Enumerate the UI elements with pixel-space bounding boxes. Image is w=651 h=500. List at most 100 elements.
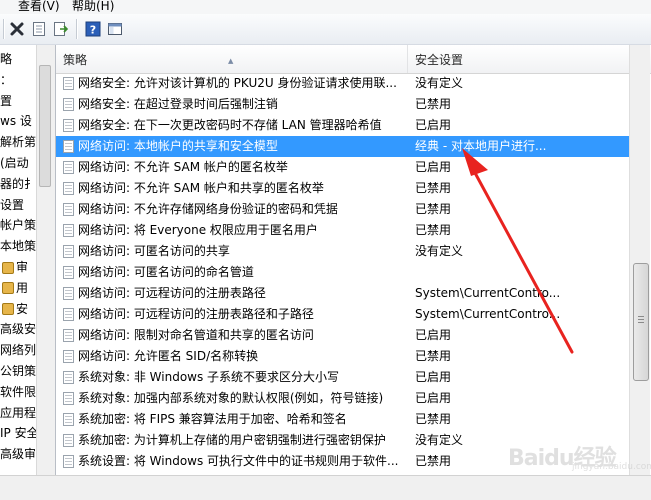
tree-item[interactable]: (启动: [0, 153, 29, 173]
security-setting-value: 已启用: [415, 160, 452, 174]
policy-name: 网络安全: 在下一次更改密码时不存储 LAN 管理器哈希值: [78, 118, 382, 132]
show-hide-pane-icon[interactable]: [106, 20, 124, 38]
table-row[interactable]: 系统对象: 非 Windows 子系统不要求区分大小写 已启用: [56, 367, 636, 388]
table-row[interactable]: 网络访问: 将 Everyone 权限应用于匿名用户 已禁用: [56, 220, 636, 241]
tree-item[interactable]: 高级审: [0, 444, 36, 464]
tree-item[interactable]: 应用程: [0, 403, 36, 423]
table-row[interactable]: 网络访问: 可远程访问的注册表路径 System\CurrentContro...: [56, 283, 636, 304]
right-scrollbar[interactable]: [629, 45, 650, 475]
tree-item-label: 应用程: [0, 405, 37, 420]
left-scrollbar-thumb[interactable]: [39, 65, 51, 187]
policy-name: 网络访问: 限制对命名管道和共享的匿名访问: [78, 328, 314, 342]
security-setting-value: 已禁用: [415, 97, 452, 111]
tree-item[interactable]: 帐户策: [0, 215, 36, 235]
tree-item-label: 用: [16, 280, 29, 295]
policy-setting-icon: [63, 413, 74, 426]
policy-name: 系统对象: 加强内部系统对象的默认权限(例如，符号链接): [78, 391, 384, 405]
table-row[interactable]: 网络安全: 在超过登录时间后强制注销 已禁用: [56, 94, 636, 115]
policy-name: 网络访问: 不允许 SAM 帐户和共享的匿名枚举: [78, 181, 324, 195]
table-row[interactable]: 网络访问: 可远程访问的注册表路径和子路径 System\CurrentContr…: [56, 304, 636, 325]
policy-setting-icon: [63, 308, 74, 321]
table-row[interactable]: 网络访问: 限制对命名管道和共享的匿名访问 已启用: [56, 325, 636, 346]
toolbar-separator: [76, 19, 78, 39]
security-setting-value: 已禁用: [415, 223, 452, 237]
policy-list-pane: ▲ 策略 安全设置 网络安全: 允许对该计算机的 PKU2U 身份验证请求使用联…: [55, 45, 651, 475]
tree-item[interactable]: 安: [2, 299, 28, 319]
table-row[interactable]: 网络访问: 可匿名访问的命名管道: [56, 262, 636, 283]
table-row[interactable]: 网络访问: 不允许 SAM 帐户的匿名枚举 已启用: [56, 157, 636, 178]
column-header-setting-label: 安全设置: [415, 53, 464, 67]
column-header-setting[interactable]: 安全设置: [408, 45, 643, 73]
svg-text:?: ?: [90, 24, 96, 37]
tree-item[interactable]: 略: [0, 49, 12, 69]
tree-item[interactable]: 设置: [0, 195, 24, 215]
tree-item[interactable]: ：: [0, 70, 12, 90]
tree-item-label: ：: [0, 72, 13, 87]
table-row[interactable]: 系统对象: 加强内部系统对象的默认权限(例如，符号链接) 已启用: [56, 388, 636, 409]
security-setting-value: 已启用: [415, 391, 452, 405]
tree-item-label: 网络列: [0, 343, 37, 358]
tree-item[interactable]: 公钥策: [0, 361, 36, 381]
tree-item[interactable]: 本地策: [0, 236, 36, 256]
tree-item-label: 公钥策: [0, 364, 37, 378]
toolbar-separator: [3, 19, 5, 39]
policy-name: 网络访问: 可匿名访问的命名管道: [78, 265, 254, 279]
policy-name: 网络访问: 将 Everyone 权限应用于匿名用户: [78, 223, 318, 237]
tree-item-label: 解析第: [0, 135, 37, 150]
menu-help[interactable]: 帮助(H): [72, 0, 114, 14]
policy-name: 网络访问: 本地帐户的共享和安全模型: [78, 139, 278, 153]
policy-setting-icon: [63, 350, 74, 363]
menu-view[interactable]: 查看(V): [18, 0, 60, 14]
table-row[interactable]: 网络访问: 不允许 SAM 帐户和共享的匿名枚举 已禁用: [56, 178, 636, 199]
tree-item-label: 安: [16, 301, 29, 316]
policy-setting-icon: [63, 434, 74, 447]
export-list-icon[interactable]: [52, 20, 70, 38]
left-scrollbar[interactable]: [36, 45, 51, 475]
policy-setting-icon: [63, 182, 74, 195]
watermark-sub: jingyan.baidu.com: [572, 462, 651, 472]
help-icon[interactable]: ?: [84, 20, 102, 38]
tree-item-label: 高级安: [0, 322, 37, 337]
policy-name: 网络访问: 可远程访问的注册表路径和子路径: [78, 307, 314, 321]
security-setting-value: 已禁用: [415, 412, 452, 426]
table-row[interactable]: 网络安全: 允许对该计算机的 PKU2U 身份验证请求使用联... 没有定义: [56, 73, 636, 94]
policy-name: 网络访问: 允许匿名 SID/名称转换: [78, 349, 259, 363]
tree-item[interactable]: 软件限: [0, 382, 36, 402]
tree-item[interactable]: 解析第: [0, 132, 36, 152]
properties-icon[interactable]: [30, 20, 48, 38]
tree-item[interactable]: 网络列: [0, 340, 36, 360]
policy-name: 网络访问: 不允许 SAM 帐户的匿名枚举: [78, 160, 288, 174]
policy-name: 系统设置: 将 Windows 可执行文件中的证书规则用于软件...: [78, 454, 399, 468]
table-row[interactable]: 网络访问: 不允许存储网络身份验证的密码和凭据 已禁用: [56, 199, 636, 220]
table-row[interactable]: 网络访问: 可匿名访问的共享 没有定义: [56, 241, 636, 262]
policy-setting-icon: [63, 371, 74, 384]
policy-name: 系统加密: 为计算机上存储的用户密钥强制进行强密钥保护: [78, 433, 386, 447]
policy-setting-icon: [63, 287, 74, 300]
tree-item[interactable]: 用: [2, 278, 28, 298]
security-setting-value: 已启用: [415, 328, 452, 342]
right-scrollbar-thumb[interactable]: [633, 263, 649, 381]
tree-item[interactable]: IP 安全: [0, 423, 39, 443]
tree-item[interactable]: ws 设: [0, 111, 32, 131]
delete-icon[interactable]: [8, 20, 26, 38]
column-header-policy-label: 策略: [63, 53, 88, 67]
security-setting-value: System\CurrentContro...: [415, 307, 561, 321]
policy-setting-icon: [63, 161, 74, 174]
policy-name: 网络访问: 可远程访问的注册表路径: [78, 286, 266, 300]
tree-item[interactable]: 置: [0, 91, 12, 111]
policy-setting-icon: [63, 203, 74, 216]
tree-item[interactable]: 器的扌: [0, 174, 36, 194]
table-row[interactable]: 网络访问: 允许匿名 SID/名称转换 已禁用: [56, 346, 636, 367]
tree-item-label: 软件限: [0, 384, 37, 399]
tree-item[interactable]: 高级安: [0, 319, 36, 339]
table-row[interactable]: 网络安全: 在下一次更改密码时不存储 LAN 管理器哈希值 已启用: [56, 115, 636, 136]
column-header-policy[interactable]: ▲ 策略: [56, 45, 408, 73]
policy-setting-icon: [63, 266, 74, 279]
tree-item-label: 高级审: [0, 447, 37, 462]
security-setting-value: 已禁用: [415, 349, 452, 363]
tree-item[interactable]: 审: [2, 257, 28, 277]
table-row[interactable]: 系统加密: 将 FIPS 兼容算法用于加密、哈希和签名 已禁用: [56, 409, 636, 430]
table-row-selected[interactable]: 网络访问: 本地帐户的共享和安全模型 经典 - 对本地用户进行...: [56, 136, 636, 157]
security-setting-value: 已禁用: [415, 202, 452, 216]
security-setting-value: System\CurrentContro...: [415, 286, 561, 300]
